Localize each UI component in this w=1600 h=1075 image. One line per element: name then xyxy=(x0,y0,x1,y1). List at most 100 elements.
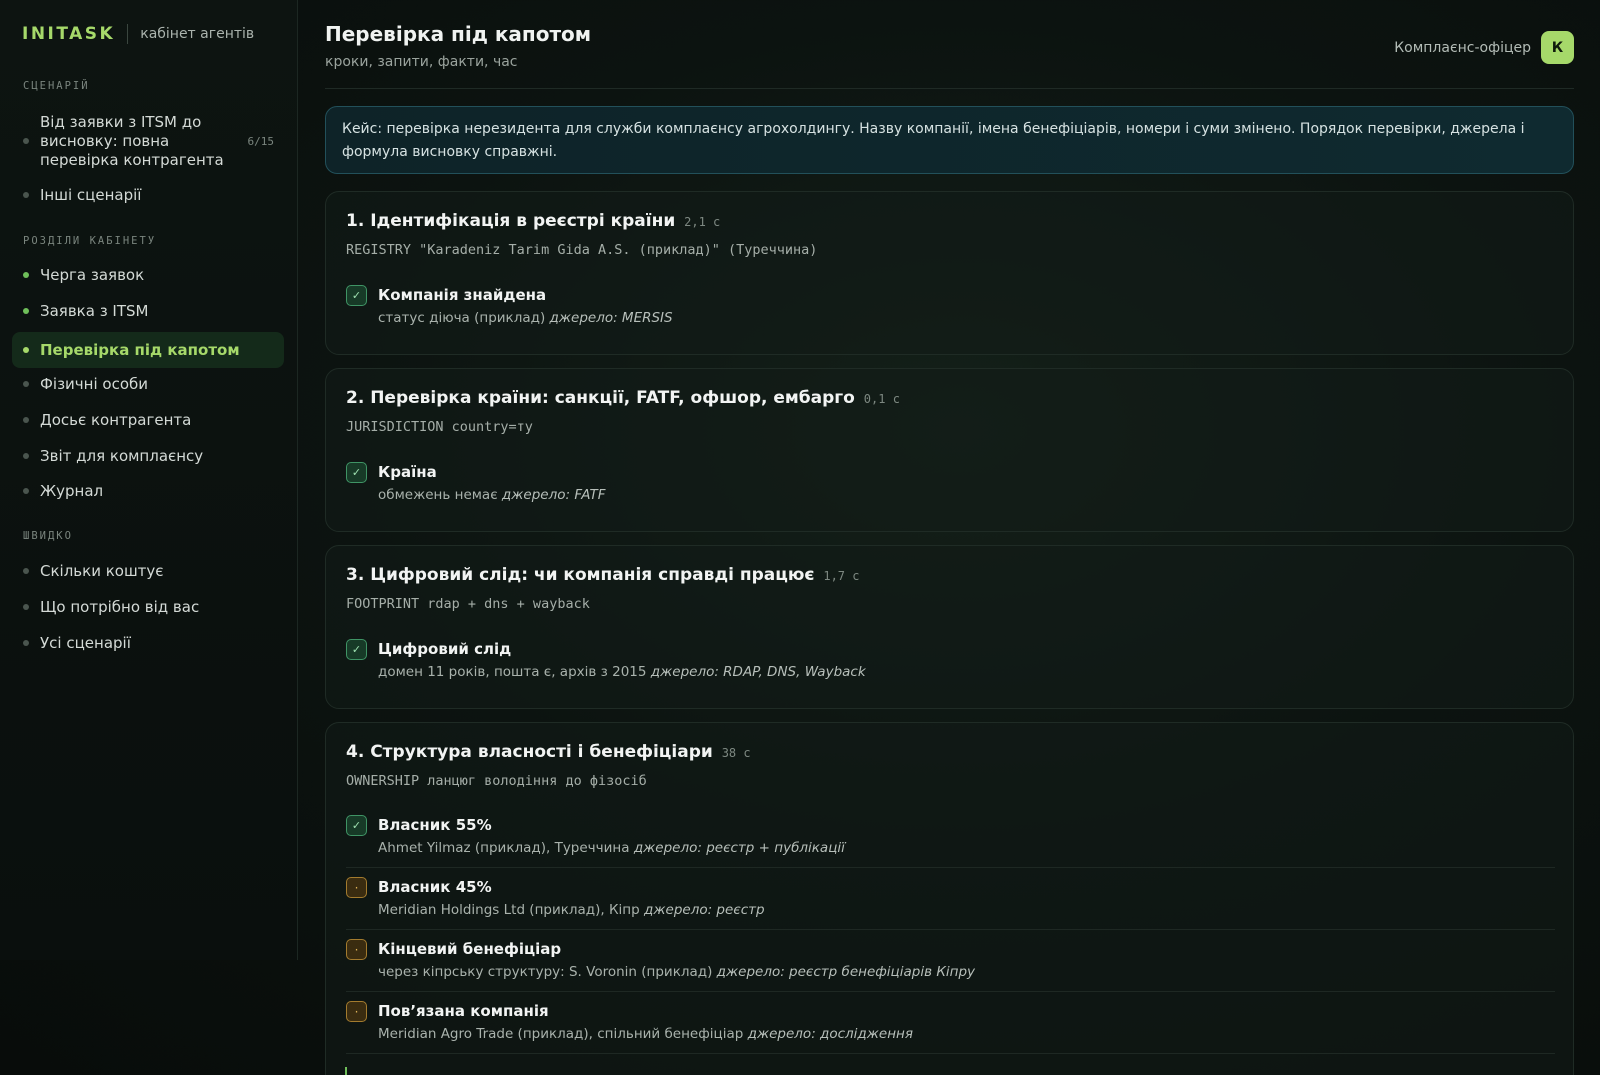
fact-title: Власник 55% xyxy=(378,816,492,834)
fact-detail: Meridian Agro Trade (приклад), спільний … xyxy=(378,1026,913,1042)
nav-dot-icon xyxy=(23,604,29,610)
sidebar-item-label: Від заявки з ITSM до висновку: повна пер… xyxy=(40,112,224,169)
step-duration: 2,1 с xyxy=(684,215,721,229)
fact-title: Компанія знайдена xyxy=(378,286,547,304)
fact-row: ✓ Компанія знайдена статус діюча (прикла… xyxy=(346,283,1555,333)
nav-dot-icon xyxy=(23,417,29,423)
fact-detail: домен 11 років, пошта є, архів з 2015 дж… xyxy=(378,664,866,680)
fact-row: · Пов’язана компанія Meridian Agro Trade… xyxy=(346,999,1555,1054)
fact-detail: Ahmet Yilmaz (приклад), Туреччина джерел… xyxy=(378,840,845,856)
fact-detail: обмежень немає джерело: FATF xyxy=(378,487,606,503)
step-title-text: 4. Структура власності і бенефіціари xyxy=(346,742,713,762)
sidebar-item-itsm-request[interactable]: Заявка з ITSM xyxy=(12,297,284,325)
fact-title: Кінцевий бенефіціар xyxy=(378,940,562,958)
section-label-cabinet: РОЗДІЛИ КАБІНЕТУ xyxy=(23,235,157,247)
progress-accent xyxy=(345,1067,347,1075)
nav-dot-icon xyxy=(23,568,29,574)
sidebar-item-scenario-full-check[interactable]: Від заявки з ITSM до висновку: повна пер… xyxy=(12,112,284,170)
fact-source: джерело: реєстр бенефіціарів Кіпру xyxy=(716,964,976,980)
sidebar-item-counterparty-dossier[interactable]: Досьє контрагента xyxy=(12,406,284,434)
step-title: 4. Структура власності і бенефіціари 38 … xyxy=(346,742,751,762)
step-card-3: 3. Цифровий слід: чи компанія справді пр… xyxy=(325,545,1574,709)
step-command: FOOTPRINT rdap + dns + wayback xyxy=(346,596,590,612)
sidebar-item-label: Інші сценарії xyxy=(40,186,142,204)
pending-icon: · xyxy=(346,1001,367,1022)
fact-row: ✓ Країна обмежень немає джерело: FATF xyxy=(346,460,1555,510)
step-title: 2. Перевірка країни: санкції, FATF, офшо… xyxy=(346,388,900,408)
check-icon: ✓ xyxy=(346,285,367,306)
sidebar-item-other-scenarios[interactable]: Інші сценарії xyxy=(12,181,284,209)
step-duration: 0,1 с xyxy=(863,392,900,406)
fact-title: Цифровий слід xyxy=(378,640,512,658)
fact-source: джерело: реєстр xyxy=(644,902,765,918)
brand-logo[interactable]: INITASK xyxy=(22,24,115,44)
sidebar-item-label: Заявка з ITSM xyxy=(40,302,149,320)
brand-subtitle: кабінет агентів xyxy=(140,26,255,42)
section-label-scenarios: СЦЕНАРІЙ xyxy=(23,80,90,92)
fact-detail: Meridian Holdings Ltd (приклад), Кіпр дж… xyxy=(378,902,765,918)
sidebar-item-requirements[interactable]: Що потрібно від вас xyxy=(12,593,284,621)
fact-detail-text: домен 11 років, пошта є, архів з 2015 xyxy=(378,664,647,680)
nav-dot-icon xyxy=(23,272,29,278)
step-card-4: 4. Структура власності і бенефіціари 38 … xyxy=(325,722,1574,1075)
sidebar-item-individuals[interactable]: Фізичні особи xyxy=(12,370,284,398)
sidebar-item-queue[interactable]: Черга заявок xyxy=(12,261,284,289)
fact-detail-text: Meridian Holdings Ltd (приклад), Кіпр xyxy=(378,902,640,918)
check-icon: ✓ xyxy=(346,815,367,836)
user-menu[interactable]: Комплаєнс-офіцер К xyxy=(1394,31,1574,64)
fact-row: ✓ Власник 55% Ahmet Yilmaz (приклад), Ту… xyxy=(346,813,1555,868)
step-title: 1. Ідентифікація в реєстрі країни 2,1 с xyxy=(346,211,720,231)
step-command: OWNERSHIP ланцюг володіння до фізосіб xyxy=(346,773,647,789)
step-command: REGISTRY "Karadeniz Tarim Gida A.S. (при… xyxy=(346,242,818,258)
brand: INITASK кабінет агентів xyxy=(22,24,254,44)
sidebar-item-label: Скільки коштує xyxy=(40,562,164,580)
nav-dot-icon xyxy=(23,308,29,314)
fact-detail: статус діюча (приклад) джерело: MERSIS xyxy=(378,310,673,326)
fact-title: Власник 45% xyxy=(378,878,492,896)
fact-detail-text: статус діюча (приклад) xyxy=(378,310,546,326)
fact-detail: через кіпрську структуру: S. Voronin (пр… xyxy=(378,964,975,980)
step-duration: 38 с xyxy=(721,746,751,760)
page-subtitle: кроки, запити, факти, час xyxy=(325,54,518,70)
step-duration: 1,7 с xyxy=(823,569,860,583)
nav-dot-icon xyxy=(23,453,29,459)
user-role: Комплаєнс-офіцер xyxy=(1394,39,1531,56)
sidebar-item-pricing[interactable]: Скільки коштує xyxy=(12,557,284,585)
case-notice: Кейс: перевірка нерезидента для служби к… xyxy=(325,106,1574,174)
fact-source: джерело: MERSIS xyxy=(549,310,673,326)
step-title-text: 2. Перевірка країни: санкції, FATF, офшо… xyxy=(346,388,855,408)
sidebar-item-journal[interactable]: Журнал xyxy=(12,477,284,505)
section-label-quick: ШВИДКО xyxy=(23,530,73,542)
sidebar-item-label: Усі сценарії xyxy=(40,634,131,652)
header-divider xyxy=(325,88,1574,89)
step-command: JURISDICTION country=тy xyxy=(346,419,533,435)
step-title-text: 1. Ідентифікація в реєстрі країни xyxy=(346,211,676,231)
fact-detail-text: Ahmet Yilmaz (приклад), Туреччина xyxy=(378,840,630,856)
fact-row: · Кінцевий бенефіціар через кіпрську стр… xyxy=(346,937,1555,992)
nav-dot-icon xyxy=(23,347,29,353)
sidebar-item-all-scenarios[interactable]: Усі сценарії xyxy=(12,629,284,657)
scenario-progress-count: 6/15 xyxy=(247,134,275,148)
step-title: 3. Цифровий слід: чи компанія справді пр… xyxy=(346,565,859,585)
fact-row: · Власник 45% Meridian Holdings Ltd (при… xyxy=(346,875,1555,930)
nav-dot-icon xyxy=(23,138,29,144)
fact-title: Пов’язана компанія xyxy=(378,1002,549,1020)
sidebar-item-under-the-hood[interactable]: Перевірка під капотом xyxy=(12,332,284,368)
fact-title: Країна xyxy=(378,463,437,481)
step-card-2: 2. Перевірка країни: санкції, FATF, офшо… xyxy=(325,368,1574,532)
sidebar-item-label: Журнал xyxy=(40,482,104,500)
nav-dot-icon xyxy=(23,640,29,646)
fact-source: джерело: реєстр + публікації xyxy=(633,840,845,856)
nav-dot-icon xyxy=(23,381,29,387)
avatar[interactable]: К xyxy=(1541,31,1574,64)
sidebar-item-compliance-report[interactable]: Звіт для комплаєнсу xyxy=(12,442,284,470)
fact-source: джерело: RDAP, DNS, Wayback xyxy=(650,664,866,680)
fact-detail-text: Meridian Agro Trade (приклад), спільний … xyxy=(378,1026,744,1042)
check-icon: ✓ xyxy=(346,462,367,483)
fact-detail-text: обмежень немає xyxy=(378,487,498,503)
fact-source: джерело: FATF xyxy=(501,487,606,503)
sidebar-item-label: Що потрібно від вас xyxy=(40,598,200,616)
nav-dot-icon xyxy=(23,488,29,494)
step-card-1: 1. Ідентифікація в реєстрі країни 2,1 с … xyxy=(325,191,1574,355)
sidebar-item-label: Перевірка під капотом xyxy=(40,341,240,359)
